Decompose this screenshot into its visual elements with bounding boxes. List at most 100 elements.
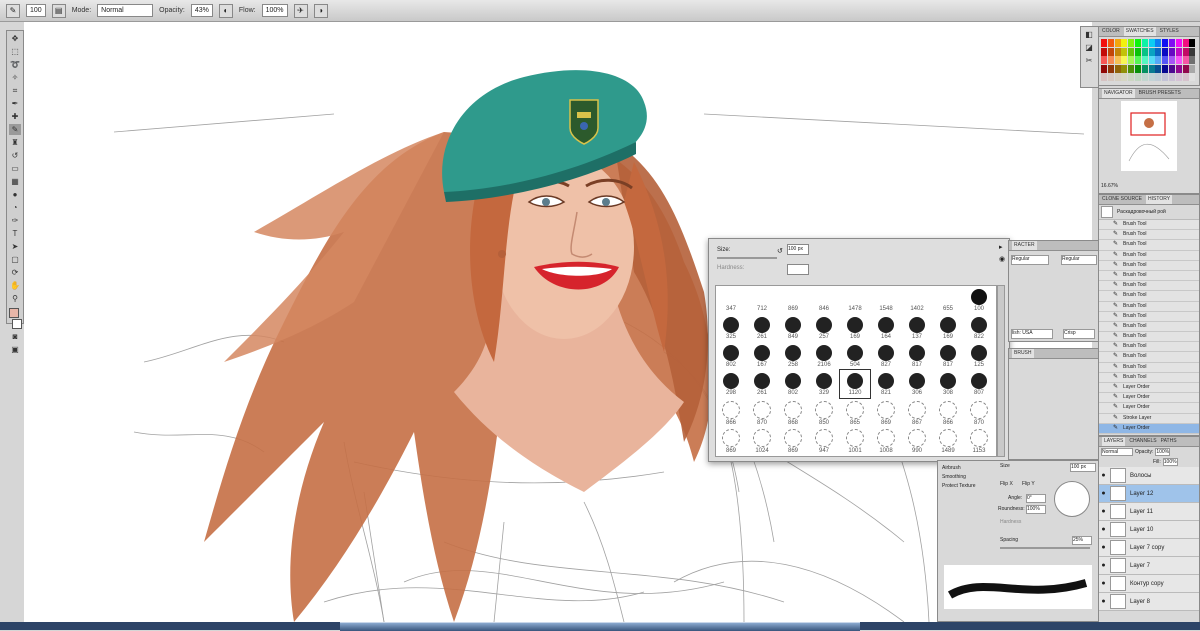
zoom-icon[interactable]: ⚲ — [9, 293, 21, 304]
crop-icon[interactable]: ⌗ — [9, 85, 21, 96]
text-icon[interactable]: T — [9, 228, 21, 239]
color-swatch[interactable] — [1148, 39, 1155, 47]
spacing-field[interactable]: 25% — [1072, 536, 1092, 545]
brush-preset-cell[interactable]: 306 — [902, 370, 932, 398]
layer-row[interactable]: ● Layer 12 — [1099, 485, 1199, 503]
path-icon[interactable]: ➤ — [9, 241, 21, 252]
navigator-thumbnail[interactable] — [1121, 101, 1177, 171]
brush-preset-cell[interactable]: 869 — [871, 398, 901, 426]
color-swatch[interactable] — [1107, 39, 1114, 47]
foreground-color[interactable] — [9, 308, 19, 318]
visibility-eye-icon[interactable]: ● — [1099, 472, 1108, 479]
brush-preset-cell[interactable]: 821 — [871, 370, 901, 398]
brush-preset-cell[interactable]: 308 — [933, 370, 963, 398]
brush-preset-cell[interactable]: 2106 — [809, 342, 839, 370]
tab-paths[interactable]: PATHS — [1161, 437, 1177, 446]
wand-icon[interactable]: ✧ — [9, 72, 21, 83]
brush-preset-cell[interactable]: 325 — [716, 314, 746, 342]
brush-preset-cell[interactable]: 827 — [871, 342, 901, 370]
brush-preset-cell[interactable]: 329 — [809, 370, 839, 398]
color-swatch[interactable] — [1175, 39, 1182, 47]
color-swatch[interactable] — [1175, 47, 1182, 56]
brush-preset-cell[interactable]: 347 — [716, 286, 746, 314]
color-swatch[interactable] — [1135, 56, 1141, 65]
history-step[interactable]: Brush Tool — [1099, 260, 1199, 271]
brush-preset-cell[interactable]: 867 — [902, 398, 932, 426]
color-swatch[interactable] — [1101, 64, 1107, 73]
language-select[interactable]: lish: USA — [1011, 329, 1053, 339]
tab-styles[interactable]: STYLES — [1160, 27, 1179, 36]
picker-hardness-field[interactable] — [787, 264, 809, 275]
color-swatch[interactable] — [1141, 39, 1148, 47]
pressure-size-icon[interactable]: ◑ — [313, 3, 328, 18]
history-step[interactable]: Stroke Layer — [1099, 413, 1199, 424]
color-swatch[interactable] — [1141, 73, 1148, 82]
color-swatch[interactable] — [1141, 56, 1148, 65]
brush-preset-cell[interactable]: 869 — [778, 286, 808, 314]
brush-preset-cell[interactable]: 167 — [747, 342, 777, 370]
visibility-eye-icon[interactable]: ● — [1099, 544, 1108, 551]
scissors-icon[interactable]: ✂ — [1083, 55, 1095, 66]
visibility-eye-icon[interactable]: ● — [1099, 490, 1108, 497]
color-swatch[interactable] — [1121, 64, 1128, 73]
brush-preset-cell[interactable]: 870 — [747, 398, 777, 426]
quick-mask-icon[interactable]: ◙ — [9, 331, 21, 342]
tab-color[interactable]: COLOR — [1102, 27, 1120, 36]
color-swatch[interactable] — [1148, 47, 1155, 56]
color-swatch[interactable] — [1162, 56, 1169, 65]
color-swatch[interactable] — [1155, 64, 1162, 73]
color-swatch[interactable] — [1169, 56, 1175, 65]
history-brush-icon[interactable]: ↺ — [9, 150, 21, 161]
color-swatch[interactable] — [1155, 56, 1162, 65]
layer-row[interactable]: ● Контур copy — [1099, 575, 1199, 593]
color-swatch[interactable] — [1148, 73, 1155, 82]
background-color[interactable] — [12, 319, 22, 329]
navigator-zoom[interactable]: 16.67% — [1101, 183, 1118, 189]
color-swatch[interactable] — [1107, 47, 1114, 56]
color-swatch[interactable] — [1148, 56, 1155, 65]
color-swatch[interactable] — [1155, 73, 1162, 82]
visibility-eye-icon[interactable]: ● — [1099, 598, 1108, 605]
layer-row[interactable]: ● Layer 7 — [1099, 557, 1199, 575]
history-step[interactable]: Layer Order — [1099, 393, 1199, 404]
color-swatch[interactable] — [1128, 73, 1135, 82]
color-swatch[interactable] — [1148, 64, 1155, 73]
color-swatch[interactable] — [1114, 56, 1121, 65]
brush-tool-icon[interactable]: ✎ — [6, 3, 20, 18]
visibility-eye-icon[interactable]: ● — [1099, 508, 1108, 515]
tab-layers[interactable]: LAYERS — [1102, 437, 1126, 446]
color-swatch[interactable] — [1155, 47, 1162, 56]
color-swatch[interactable] — [1189, 39, 1196, 47]
flow-field[interactable]: 100% — [261, 4, 288, 17]
brush-preset-cell[interactable]: 298 — [716, 370, 746, 398]
color-swatch[interactable] — [1169, 73, 1175, 82]
brush-preset-cell[interactable]: 802 — [716, 342, 746, 370]
color-swatch[interactable] — [1169, 47, 1175, 56]
brush-preset-cell[interactable]: 846 — [809, 286, 839, 314]
history-step[interactable]: Brush Tool — [1099, 270, 1199, 282]
adjust-icon[interactable]: ◧ — [1083, 29, 1095, 40]
brush-preset-cell[interactable]: 802 — [778, 370, 808, 398]
font-style-select[interactable]: Regular — [1061, 255, 1097, 265]
brush-panel-toggle-icon[interactable]: ▤ — [51, 3, 66, 18]
pressure-opacity-icon[interactable]: ◐ — [218, 3, 233, 18]
brush-size-field[interactable]: 100 — [26, 4, 46, 17]
color-swatch[interactable] — [1114, 47, 1121, 56]
hand-icon[interactable]: ✋ — [9, 280, 21, 291]
blur-icon[interactable]: ● — [9, 189, 21, 200]
color-swatch[interactable] — [1175, 56, 1182, 65]
stamp-icon[interactable]: ♜ — [9, 137, 21, 148]
airbrush-icon[interactable]: ✈ — [293, 3, 308, 18]
flip-x-option[interactable]: Flip X — [1000, 481, 1013, 487]
brush-preset-cell[interactable]: 850 — [809, 398, 839, 426]
picker-new-preset-icon[interactable]: ◉ — [999, 255, 1005, 263]
brush-preset-cell[interactable]: 1001 — [840, 426, 870, 454]
color-swatch[interactable] — [1128, 39, 1135, 47]
opacity-field[interactable]: 43% — [190, 4, 213, 17]
color-swatch[interactable] — [1135, 39, 1141, 47]
picker-scrollbar[interactable] — [997, 285, 1005, 457]
history-step[interactable]: Brush Tool — [1099, 250, 1199, 261]
layer-row[interactable]: ● Layer 10 — [1099, 521, 1199, 539]
color-swatch[interactable] — [1169, 39, 1175, 47]
mode-select[interactable]: Normal — [97, 4, 154, 17]
